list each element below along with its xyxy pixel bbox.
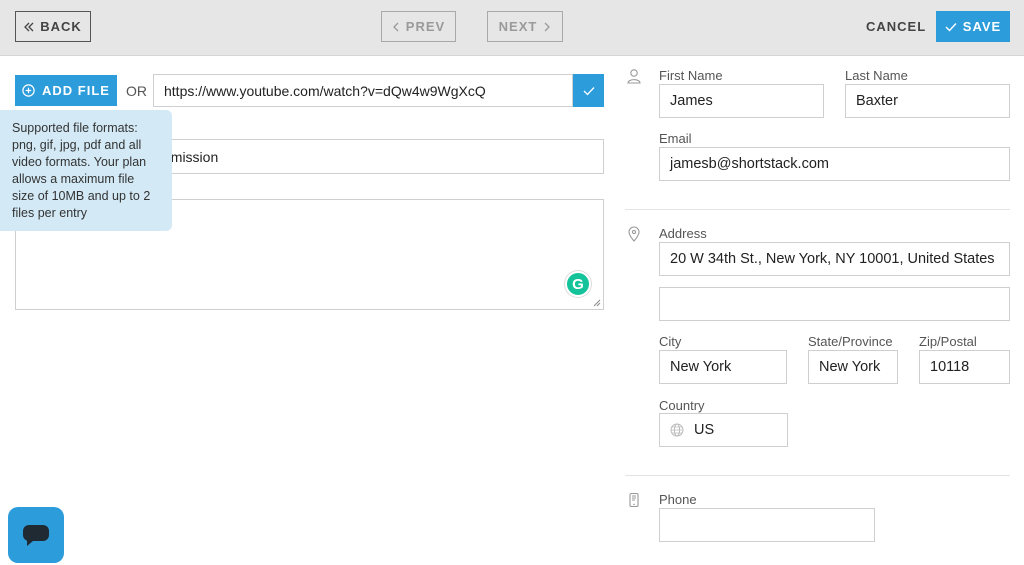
address-label: Address (659, 226, 707, 241)
phone-field[interactable] (659, 508, 875, 542)
video-url-input[interactable]: https://www.youtube.com/watch?v=dQw4w9Wg… (153, 74, 573, 107)
section-divider (625, 475, 1010, 476)
city-label: City (659, 334, 682, 349)
last-name-field[interactable]: Baxter (845, 84, 1010, 118)
last-name-label: Last Name (845, 68, 908, 83)
save-label: SAVE (962, 19, 1002, 34)
zip-label: Zip/Postal (919, 334, 977, 349)
chat-launcher-button[interactable] (8, 507, 64, 563)
add-file-label: ADD FILE (42, 83, 110, 98)
city-field[interactable]: New York (659, 350, 787, 384)
zip-field[interactable]: 10118 (919, 350, 1010, 384)
email-label: Email (659, 131, 692, 146)
next-label: NEXT (498, 19, 538, 34)
chevron-left-icon (392, 22, 399, 31)
plus-circle-icon (22, 84, 35, 97)
email-field[interactable]: jamesb@shortstack.com (659, 147, 1010, 181)
next-button[interactable]: NEXT (487, 11, 563, 42)
double-chevron-left-icon (24, 22, 34, 31)
map-pin-icon (628, 226, 640, 242)
tooltip-line: allows a maximum file (12, 172, 135, 186)
back-label: BACK (40, 19, 82, 34)
prev-button[interactable]: PREV (381, 11, 456, 42)
country-label: Country (659, 398, 705, 413)
address-line1-field[interactable]: 20 W 34th St., New York, NY 10001, Unite… (659, 242, 1010, 276)
url-confirm-button[interactable] (573, 74, 604, 107)
top-toolbar: BACK PREV NEXT CANCEL SAVE (0, 0, 1024, 56)
state-field[interactable]: New York (808, 350, 898, 384)
save-button[interactable]: SAVE (936, 11, 1010, 42)
grammarly-icon[interactable]: G (565, 271, 591, 297)
file-format-tooltip: Supported file formats: png, gif, jpg, p… (0, 110, 172, 231)
first-name-label: First Name (659, 68, 723, 83)
check-icon (945, 22, 957, 32)
tooltip-line: size of 10MB and up to 2 (12, 189, 151, 203)
chevron-right-icon (544, 22, 551, 31)
resize-handle-icon[interactable] (593, 299, 601, 307)
mobile-phone-icon (629, 492, 639, 508)
tooltip-line: video formats. Your plan (12, 155, 147, 169)
first-name-field[interactable]: James (659, 84, 824, 118)
tooltip-line: files per entry (12, 206, 88, 220)
or-separator: OR (126, 83, 147, 99)
tooltip-line: Supported file formats: (12, 121, 138, 135)
back-button[interactable]: BACK (15, 11, 91, 42)
address-line2-field[interactable] (659, 287, 1010, 321)
country-value: US (694, 422, 715, 438)
chat-bubble-icon (23, 525, 49, 546)
phone-label: Phone (659, 492, 697, 507)
country-select[interactable]: US (659, 413, 788, 447)
prev-label: PREV (405, 19, 446, 34)
cancel-button[interactable]: CANCEL (866, 19, 926, 34)
user-icon (627, 69, 641, 84)
add-file-button[interactable]: ADD FILE (15, 75, 117, 106)
state-label: State/Province (808, 334, 893, 349)
check-icon (583, 86, 594, 95)
globe-icon (670, 423, 684, 437)
tooltip-line: png, gif, jpg, pdf and all (12, 138, 142, 152)
section-divider (625, 209, 1010, 210)
